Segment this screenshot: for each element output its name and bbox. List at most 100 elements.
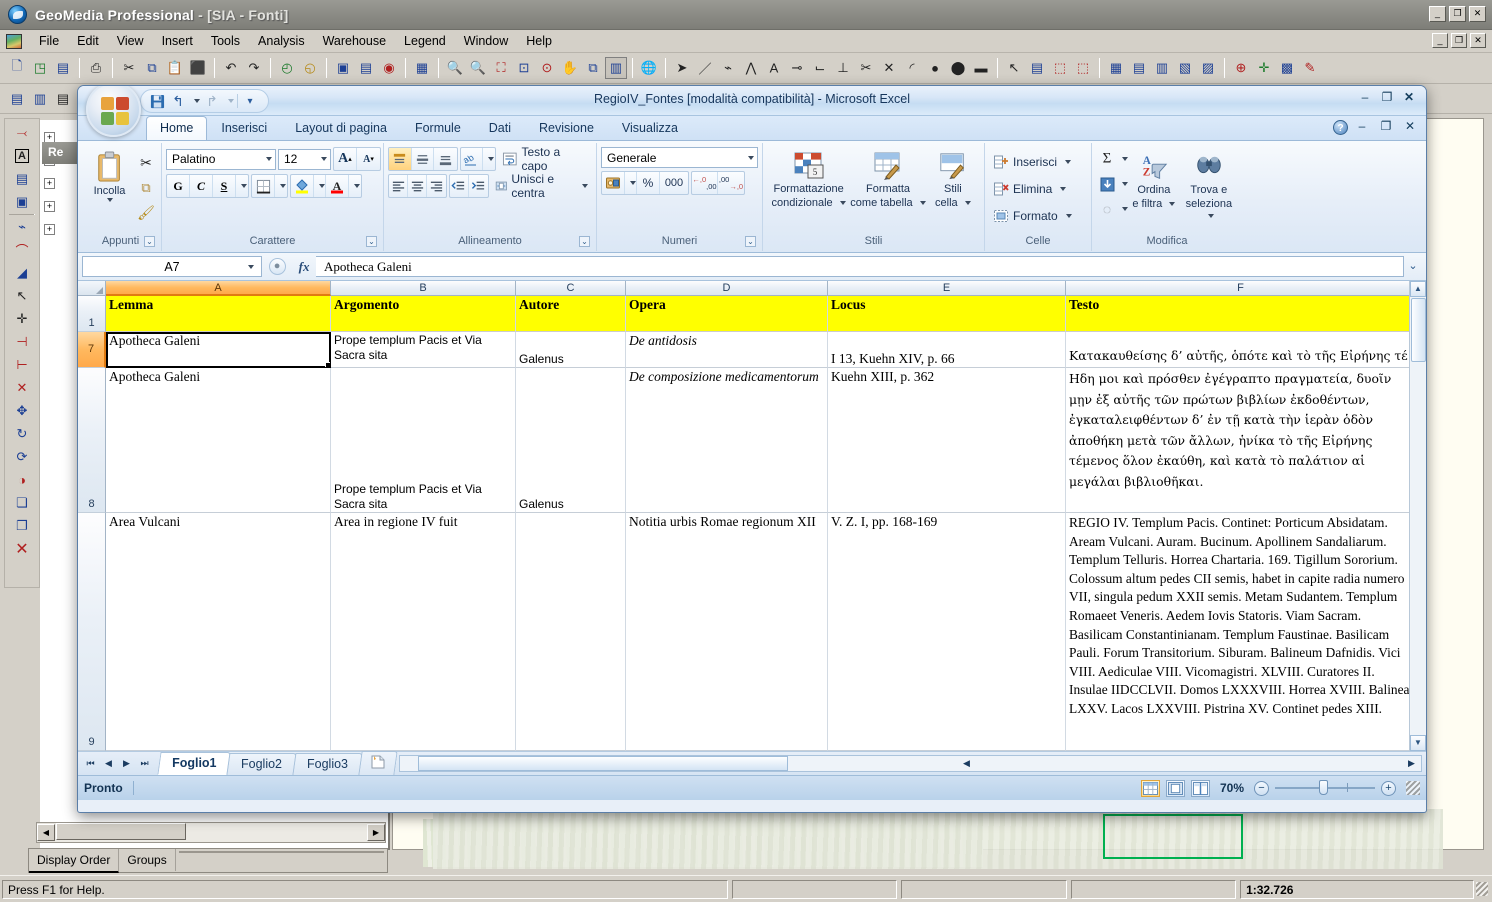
delete-cells-button[interactable]: Elimina [989,177,1070,201]
map-window-icon[interactable]: 🌐 [638,57,660,79]
underline-dropdown-icon[interactable] [236,175,248,197]
tab-formule[interactable]: Formule [401,116,475,140]
coordinate-icon[interactable]: ✛ [1253,57,1275,79]
mdi-restore-button[interactable]: ❐ [1451,33,1467,48]
tab-display-order[interactable]: Display Order [29,849,119,873]
tab-visualizza[interactable]: Visualizza [608,116,692,140]
insert-area-icon[interactable]: ◢ [9,262,35,284]
font-size-combo[interactable]: 12 [278,149,331,170]
cell-b1[interactable]: Argomento [331,296,516,332]
zoom-in-button[interactable]: + [1381,781,1396,796]
align-middle-icon[interactable] [412,148,435,170]
number-format-combo[interactable]: Generale [601,147,758,168]
workbook-minimize-button[interactable]: – [1352,119,1372,136]
name-box-caret-icon[interactable] [248,265,254,269]
font-color-icon[interactable]: A [326,175,349,197]
accounting-dropdown-icon[interactable] [625,172,637,194]
save-warehouse-icon[interactable]: ▤ [52,57,74,79]
insert-text-icon[interactable]: A [763,57,785,79]
insert-point-icon[interactable]: ⤙ [9,122,35,144]
carattere-dialog-launcher[interactable]: ⌄ [366,236,377,247]
merge-center-dropdown-icon[interactable] [582,184,588,188]
tab-revisione[interactable]: Revisione [525,116,608,140]
help-icon[interactable]: ? [1333,120,1348,135]
place-label-icon[interactable]: ▣ [9,191,35,213]
insert-text-box-icon[interactable]: A [9,145,35,167]
menu-help[interactable]: Help [517,32,561,50]
open-warehouse-icon[interactable]: ◳ [29,57,51,79]
wrap-text-button[interactable]: Testo a capo [498,148,592,170]
expand-icon[interactable]: + [44,224,55,235]
georeference-icon[interactable]: ⊕ [1230,57,1252,79]
rotate-icon[interactable]: ↻ [9,423,35,445]
redo-icon[interactable]: ↷ [243,57,265,79]
first-sheet-icon[interactable]: ⏮ [82,755,99,773]
fill-down-icon[interactable] [1096,173,1118,195]
column-header-d[interactable]: D [626,281,828,296]
trim-icon[interactable]: ✂ [855,57,877,79]
underline-icon[interactable]: S [213,175,236,197]
formula-input[interactable]: Apotheca Galeni [316,256,1404,277]
cell-b7[interactable]: Prope templum Pacis et Via Sacra sita [331,332,516,368]
cell-a9[interactable]: Area Vulcani [106,513,331,751]
zoom-slider-thumb[interactable] [1319,780,1328,795]
orientation-dropdown-icon[interactable] [483,148,495,170]
name-box[interactable]: A7 [82,256,262,277]
align-bottom-icon[interactable] [434,148,457,170]
vertical-scrollbar[interactable]: ▲ ▼ [1409,281,1426,751]
minimize-button[interactable]: _ [1429,6,1446,22]
align-left-icon[interactable] [389,175,408,197]
last-sheet-icon[interactable]: ⏭ [136,755,153,773]
appunti-dialog-launcher[interactable]: ⌄ [144,236,155,247]
undo-icon[interactable]: ↶ [220,57,242,79]
cell-a8[interactable]: Apotheca Galeni [106,368,331,513]
sort-filter-button[interactable]: AZ Ordina e filtra [1128,148,1180,210]
menu-tools[interactable]: Tools [202,32,249,50]
allineamento-dialog-launcher[interactable]: ⌄ [579,236,590,247]
data-window-icon[interactable]: ▤ [1128,57,1150,79]
column-header-f[interactable]: F [1066,281,1416,296]
horizontal-scrollbar[interactable] [399,755,1422,772]
tab-groups[interactable]: Groups [119,849,175,871]
move-icon[interactable]: ✥ [9,400,35,422]
scroll-thumb[interactable] [56,823,186,840]
new-query-icon[interactable]: ▣ [332,57,354,79]
previous-sheet-icon[interactable]: ◀ [100,755,117,773]
cell-c7[interactable]: Galenus [516,332,626,368]
format-cells-dropdown-icon[interactable] [1066,214,1072,218]
cell-e9[interactable]: V. Z. I, pp. 168-169 [828,513,1066,751]
borders-dropdown-icon[interactable] [275,175,287,197]
scroll-left-icon[interactable]: ◀ [37,824,55,841]
scroll-track[interactable] [55,823,367,842]
table-view-icon[interactable]: ▦ [1105,57,1127,79]
query-properties-icon[interactable]: ▤ [355,57,377,79]
maximize-button[interactable]: ❐ [1449,6,1466,22]
mdi-window-buttons[interactable]: _ ❐ ✕ [1432,33,1486,48]
bold-icon[interactable]: G [167,175,190,197]
rotate-copy-icon[interactable]: ⟳ [9,446,35,468]
geomedia-window-buttons[interactable]: _ ❐ ✕ [1429,6,1486,22]
new-warehouse-icon[interactable]: 🗋 [6,57,28,79]
numeri-dialog-launcher[interactable]: ⌄ [745,236,756,247]
align-right-icon[interactable] [427,175,446,197]
clear-selection-icon[interactable]: ⬚ [1072,57,1094,79]
pan-icon[interactable]: ✋ [559,57,581,79]
orientation-icon[interactable]: ab [461,148,484,170]
label-tool-icon[interactable]: ⊸ [786,57,808,79]
select-feature-icon[interactable]: ↖ [9,285,35,307]
cell-e1[interactable]: Locus [828,296,1066,332]
cell-d8[interactable]: De composizione medicamentorum [626,368,828,513]
sheet-tab-foglio3[interactable]: Foglio3 [293,753,363,775]
delete-cells-dropdown-icon[interactable] [1060,187,1066,191]
zoom-in-icon[interactable]: 🔍 [444,57,466,79]
menu-file[interactable]: File [30,32,68,50]
paste-button[interactable]: Incolla [84,147,135,202]
rectangle-tool-icon[interactable]: ▬ [970,57,992,79]
cell-d9[interactable]: Notitia urbis Romae regionum XII [626,513,828,751]
pointer-icon[interactable]: ↖ [1003,57,1025,79]
tab-home[interactable]: Home [146,116,207,140]
table-row[interactable]: 7 Apotheca Galeni Prope templum Pacis et… [78,332,1426,368]
legend-horizontal-scrollbar[interactable]: ◀ ▶ [36,822,386,843]
cell-a7[interactable]: Apotheca Galeni [106,332,331,368]
sheet-tab-foglio1[interactable]: Foglio1 [157,752,231,775]
